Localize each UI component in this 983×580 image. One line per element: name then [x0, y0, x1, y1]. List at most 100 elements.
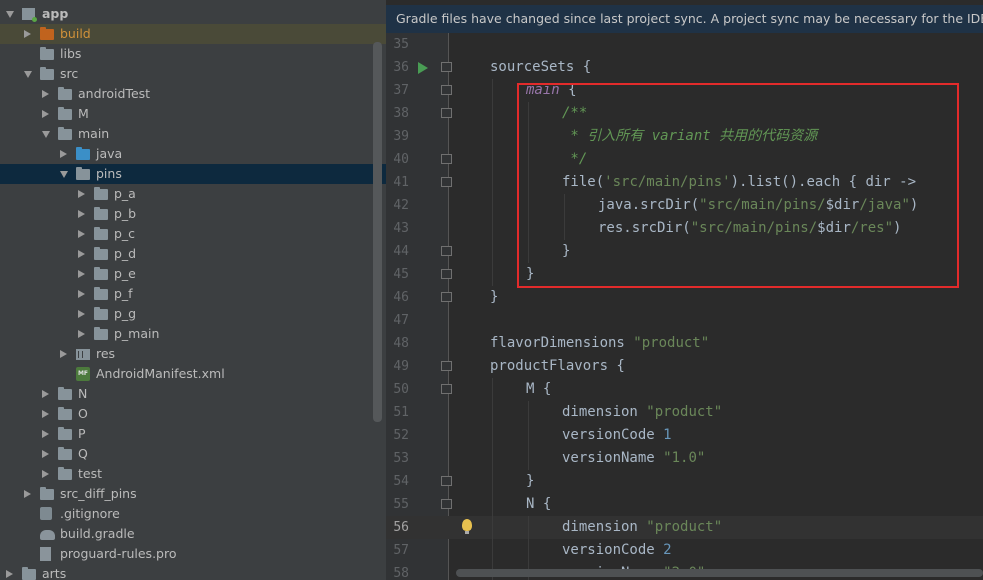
tree-row-androidtest[interactable]: androidTest	[0, 84, 386, 104]
chevron-right-icon[interactable]	[78, 229, 85, 238]
line-number: 52	[393, 428, 409, 443]
tree-row-app[interactable]: app	[0, 4, 386, 24]
code-editor[interactable]: Gradle files have changed since last pro…	[386, 0, 983, 580]
chevron-right-icon[interactable]	[60, 149, 67, 158]
chevron-right-icon[interactable]	[42, 449, 49, 458]
tree-row-p-f[interactable]: p_f	[0, 284, 386, 304]
tree-row-label: p_a	[114, 186, 136, 201]
tree-row-p-main[interactable]: p_main	[0, 324, 386, 344]
fold-marker-icon[interactable]	[441, 361, 452, 371]
chevron-down-icon[interactable]	[6, 11, 14, 18]
indent-guide	[492, 378, 493, 401]
code-text: sourceSets {	[490, 56, 591, 79]
chevron-right-icon[interactable]	[24, 29, 31, 38]
horizontal-scrollbar[interactable]	[456, 569, 983, 577]
tree-row-test[interactable]: test	[0, 464, 386, 484]
code-line[interactable]: 51 dimension "product"	[386, 401, 983, 424]
tree-row-n[interactable]: N	[0, 384, 386, 404]
folder-icon	[58, 127, 72, 140]
chevron-right-icon[interactable]	[42, 409, 49, 418]
chevron-right-icon[interactable]	[6, 569, 13, 578]
tree-row-q[interactable]: Q	[0, 444, 386, 464]
indent-guide	[492, 539, 493, 562]
code-line[interactable]: 57 versionCode 2	[386, 539, 983, 562]
chevron-right-icon[interactable]	[42, 389, 49, 398]
tree-row-proguard-rules-pro[interactable]: proguard-rules.pro	[0, 544, 386, 564]
fold-marker-icon[interactable]	[441, 177, 452, 187]
code-line[interactable]: 48 flavorDimensions "product"	[386, 332, 983, 355]
line-number: 42	[393, 198, 409, 213]
code-line[interactable]: 46}	[386, 286, 983, 309]
fold-marker-icon[interactable]	[441, 108, 452, 118]
fold-marker-icon[interactable]	[441, 269, 452, 279]
chevron-right-icon[interactable]	[78, 189, 85, 198]
chevron-right-icon[interactable]	[24, 489, 31, 498]
highlight-annotation-box	[517, 83, 959, 288]
tree-row-label: p_c	[114, 226, 136, 241]
tree-row-main[interactable]: main	[0, 124, 386, 144]
tree-row-src[interactable]: src	[0, 64, 386, 84]
code-line[interactable]: 36 sourceSets {	[386, 56, 983, 79]
fold-marker-icon[interactable]	[441, 62, 452, 72]
code-line[interactable]: 53 versionName "1.0"	[386, 447, 983, 470]
tree-row-p-g[interactable]: p_g	[0, 304, 386, 324]
fold-marker-icon[interactable]	[441, 476, 452, 486]
code-token: dimension	[562, 404, 647, 420]
chevron-right-icon[interactable]	[78, 249, 85, 258]
code-line[interactable]: 52 versionCode 1	[386, 424, 983, 447]
code-line[interactable]: 47	[386, 309, 983, 332]
fold-marker-icon[interactable]	[441, 85, 452, 95]
indent-guide	[492, 401, 493, 424]
fold-marker-icon[interactable]	[441, 154, 452, 164]
code-line[interactable]: 56 dimension "product"	[386, 516, 983, 539]
tree-row-build-gradle[interactable]: build.gradle	[0, 524, 386, 544]
tree-row-pins[interactable]: pins	[0, 164, 386, 184]
tree-row-arts[interactable]: arts	[0, 564, 386, 580]
tree-row-o[interactable]: O	[0, 404, 386, 424]
code-line[interactable]: 35	[386, 33, 983, 56]
code-line[interactable]: 50 M {	[386, 378, 983, 401]
folder-icon	[58, 447, 72, 460]
chevron-down-icon[interactable]	[42, 131, 50, 138]
fold-marker-icon[interactable]	[441, 384, 452, 394]
line-number: 39	[393, 129, 409, 144]
tree-row-src-diff-pins[interactable]: src_diff_pins	[0, 484, 386, 504]
code-text: flavorDimensions "product"	[490, 332, 709, 355]
code-text: versionCode 2	[562, 539, 672, 562]
chevron-down-icon[interactable]	[60, 171, 68, 178]
tree-row-p-d[interactable]: p_d	[0, 244, 386, 264]
tree-row-p-a[interactable]: p_a	[0, 184, 386, 204]
tree-row-libs[interactable]: libs	[0, 44, 386, 64]
code-token: }	[526, 473, 535, 489]
tree-row-p-e[interactable]: p_e	[0, 264, 386, 284]
chevron-right-icon[interactable]	[42, 109, 49, 118]
tree-row-res[interactable]: res	[0, 344, 386, 364]
code-line[interactable]: 55 N {	[386, 493, 983, 516]
tree-row-p-c[interactable]: p_c	[0, 224, 386, 244]
run-gutter-icon[interactable]	[418, 62, 428, 74]
chevron-right-icon[interactable]	[42, 469, 49, 478]
tree-row-p[interactable]: P	[0, 424, 386, 444]
chevron-right-icon[interactable]	[42, 89, 49, 98]
chevron-right-icon[interactable]	[78, 309, 85, 318]
tree-row-gitignore[interactable]: .gitignore	[0, 504, 386, 524]
fold-marker-icon[interactable]	[441, 499, 452, 509]
chevron-right-icon[interactable]	[78, 289, 85, 298]
tree-row-androidmanifest-xml[interactable]: MF AndroidManifest.xml	[0, 364, 386, 384]
chevron-right-icon[interactable]	[42, 429, 49, 438]
tree-scrollbar[interactable]	[373, 42, 382, 422]
code-line[interactable]: 54}	[386, 470, 983, 493]
lightbulb-icon[interactable]	[462, 519, 472, 534]
tree-row-p-b[interactable]: p_b	[0, 204, 386, 224]
tree-row-m[interactable]: M	[0, 104, 386, 124]
chevron-right-icon[interactable]	[78, 209, 85, 218]
code-line[interactable]: 49 productFlavors {	[386, 355, 983, 378]
fold-marker-icon[interactable]	[441, 246, 452, 256]
chevron-right-icon[interactable]	[78, 269, 85, 278]
fold-marker-icon[interactable]	[441, 292, 452, 302]
tree-row-java[interactable]: java	[0, 144, 386, 164]
tree-row-build[interactable]: build	[0, 24, 386, 44]
chevron-right-icon[interactable]	[60, 349, 67, 358]
chevron-down-icon[interactable]	[24, 71, 32, 78]
chevron-right-icon[interactable]	[78, 329, 85, 338]
